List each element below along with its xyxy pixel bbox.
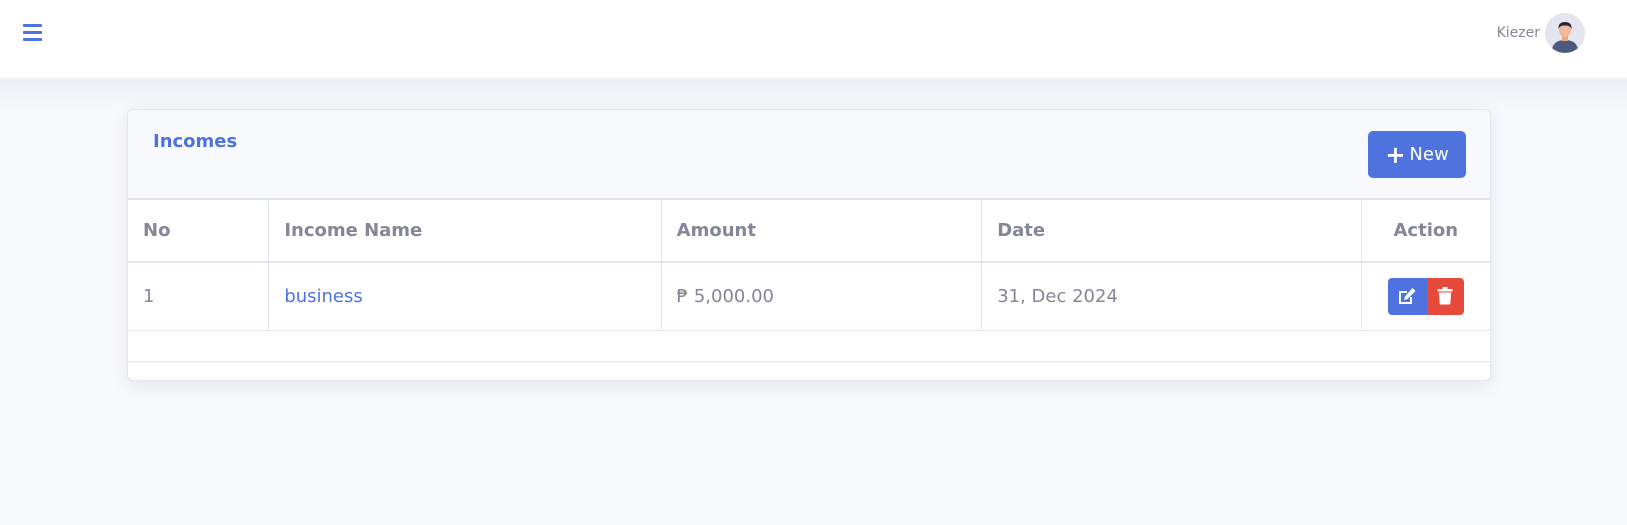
- column-header-no: No: [128, 199, 270, 263]
- plus-icon: +: [1385, 140, 1406, 169]
- income-name-link[interactable]: business: [284, 286, 362, 307]
- incomes-table: No Income Name Amount Date Action 1 busi…: [128, 199, 1490, 362]
- topbar: Kiezer: [0, 0, 1627, 78]
- column-header-action: Action: [1360, 199, 1490, 263]
- table-header-row: No Income Name Amount Date Action: [128, 199, 1490, 263]
- edit-button[interactable]: [1387, 277, 1427, 315]
- content-shade: [0, 78, 1627, 110]
- delete-button[interactable]: [1426, 277, 1464, 315]
- incomes-card: Incomes + New No Income Name Amount Date…: [127, 109, 1491, 381]
- trash-icon: [1437, 287, 1453, 305]
- row-actions: [1360, 261, 1490, 331]
- hamburger-icon[interactable]: [23, 24, 42, 42]
- row-date: 31, Dec 2024: [981, 261, 1362, 331]
- user-avatar-icon[interactable]: [1545, 13, 1585, 53]
- new-income-button[interactable]: + New: [1368, 131, 1466, 178]
- card-title: Incomes: [153, 131, 238, 152]
- card-header: Incomes + New: [128, 110, 1490, 199]
- user-name[interactable]: Kiezer: [1497, 25, 1540, 41]
- column-header-date: Date: [981, 199, 1362, 263]
- user-dropdown[interactable]: Kiezer: [1497, 13, 1585, 53]
- table-empty-row: [128, 330, 1490, 362]
- action-button-group: [1387, 277, 1464, 315]
- empty-cell: [128, 330, 1490, 362]
- table-row: 1 business ₱ 5,000.00 31, Dec 2024: [128, 261, 1490, 331]
- new-button-label: New: [1409, 144, 1449, 165]
- row-income-name: business: [268, 261, 662, 331]
- column-header-amount: Amount: [660, 199, 983, 263]
- column-header-income-name: Income Name: [268, 199, 662, 263]
- edit-icon: [1399, 288, 1416, 305]
- row-no: 1: [128, 261, 270, 331]
- row-amount: ₱ 5,000.00: [660, 261, 983, 331]
